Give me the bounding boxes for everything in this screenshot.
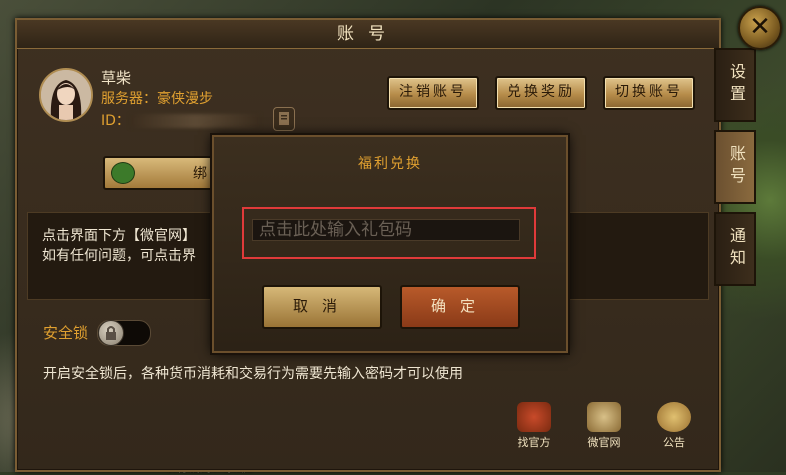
id-label: ID： bbox=[101, 113, 130, 129]
server-info: 服务器：豪侠漫步 bbox=[101, 88, 213, 108]
panel-title: 账号 bbox=[17, 20, 719, 49]
logout-account-button[interactable]: 注销账号 bbox=[387, 76, 479, 110]
avatar[interactable] bbox=[39, 68, 93, 122]
bind-label: 绑 bbox=[193, 166, 207, 182]
avatar-portrait-icon bbox=[41, 70, 91, 120]
lock-icon bbox=[98, 320, 124, 346]
official-label: 找官方 bbox=[517, 436, 551, 449]
tab-account[interactable]: 账号 bbox=[714, 130, 756, 204]
id-value-masked bbox=[129, 114, 260, 128]
tab-settings[interactable]: 设置 bbox=[714, 48, 756, 122]
cancel-button[interactable]: 取消 bbox=[262, 285, 382, 329]
redeem-dialog: 福利兑换 取消 确定 bbox=[212, 135, 568, 353]
close-icon: ✕ bbox=[749, 12, 771, 42]
close-button[interactable]: ✕ bbox=[738, 6, 782, 50]
micro-site-icon bbox=[587, 402, 621, 432]
wechat-icon bbox=[111, 162, 135, 184]
server-label: 服务器： bbox=[101, 91, 157, 107]
redeem-rewards-button[interactable]: 兑换奖励 bbox=[495, 76, 587, 110]
server-name: 豪侠漫步 bbox=[157, 91, 213, 107]
security-lock-description: 开启安全锁后，各种货币消耗和交易行为需要先输入密码才可以使用 bbox=[43, 366, 463, 382]
tab-notifications[interactable]: 通知 bbox=[714, 212, 756, 286]
official-shortcut[interactable]: 找官方 bbox=[509, 402, 559, 450]
announcement-icon bbox=[657, 402, 691, 432]
micro-site-shortcut[interactable]: 微官网 bbox=[579, 402, 629, 450]
input-highlight bbox=[242, 207, 536, 259]
security-lock-toggle[interactable] bbox=[97, 320, 151, 346]
switch-account-button[interactable]: 切换账号 bbox=[603, 76, 695, 110]
info-line-1: 点击界面下方【微官网】 bbox=[42, 228, 196, 244]
gift-code-input[interactable] bbox=[252, 219, 520, 241]
official-icon bbox=[517, 402, 551, 432]
announcement-shortcut[interactable]: 公告 bbox=[649, 402, 699, 450]
player-name: 草柴 bbox=[101, 69, 132, 87]
security-lock-label: 安全锁 bbox=[43, 324, 89, 342]
player-id: ID： bbox=[101, 110, 260, 130]
copy-id-icon[interactable] bbox=[273, 107, 295, 131]
announcement-label: 公告 bbox=[663, 436, 685, 449]
info-line-2: 如有任何问题，可点击界 bbox=[42, 248, 196, 264]
dialog-title: 福利兑换 bbox=[358, 156, 422, 172]
confirm-button[interactable]: 确定 bbox=[400, 285, 520, 329]
micro-site-label: 微官网 bbox=[587, 436, 621, 449]
